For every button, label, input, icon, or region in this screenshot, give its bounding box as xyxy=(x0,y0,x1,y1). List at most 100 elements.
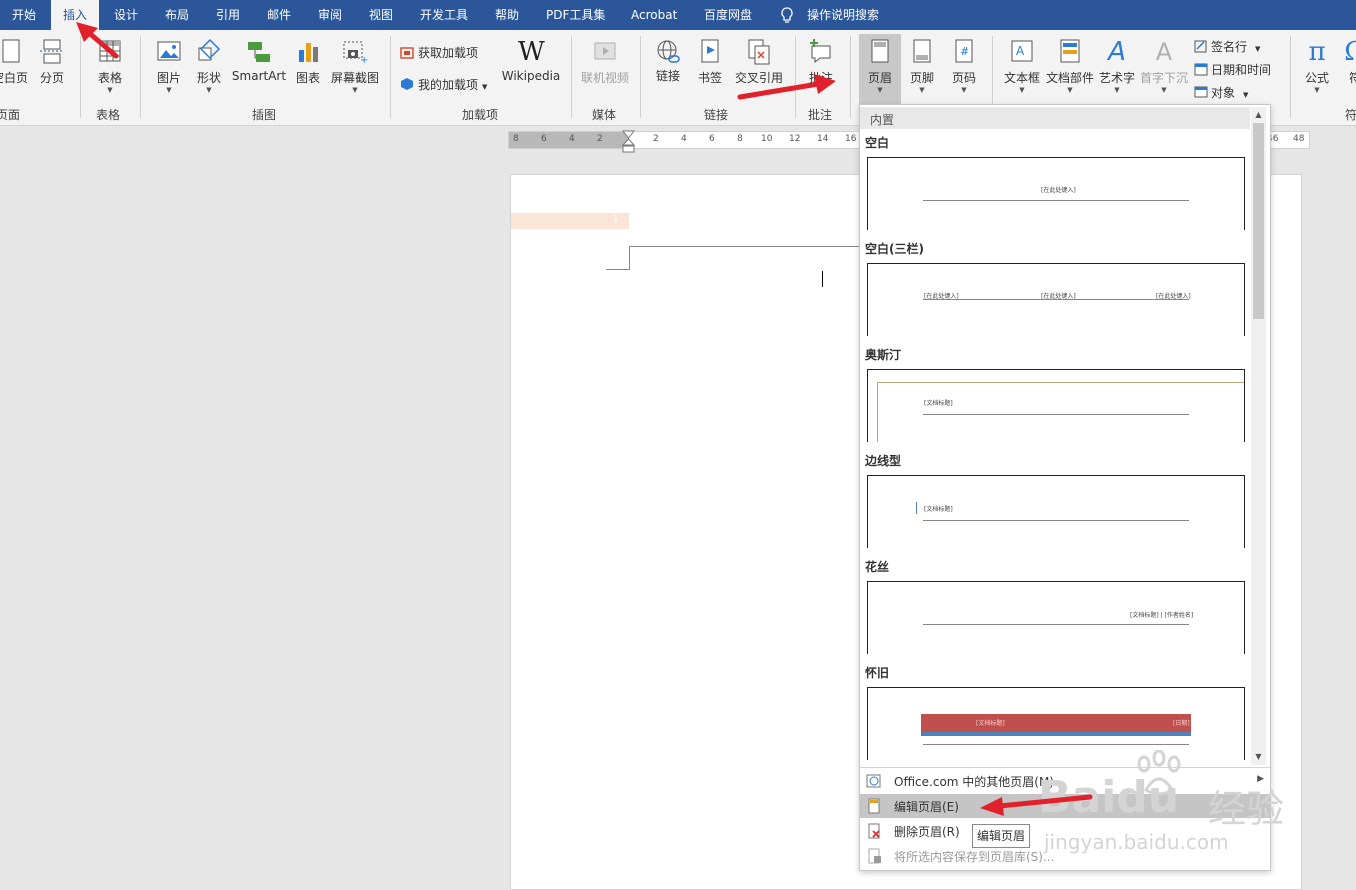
header-line xyxy=(629,246,861,247)
template-name: 花丝 xyxy=(865,560,890,574)
wordart-icon: A xyxy=(1108,37,1126,67)
tab-acrobat[interactable]: Acrobat xyxy=(619,0,689,30)
header-template-sideline[interactable]: [文档标题] xyxy=(867,475,1245,548)
tab-developer[interactable]: 开发工具 xyxy=(408,0,480,30)
chart-button[interactable]: 图表 xyxy=(292,38,324,86)
my-addins-button[interactable]: 我的加载项 ▼ xyxy=(400,76,487,93)
paw-icon xyxy=(1137,750,1181,796)
group-label-illustrations: 插图 xyxy=(252,108,277,122)
template-rule xyxy=(923,414,1189,415)
margin-corner-mark xyxy=(606,269,630,270)
symbol-button[interactable]: Ω 符 xyxy=(1340,38,1356,86)
svg-text:#: # xyxy=(960,45,969,58)
svg-text:+: + xyxy=(360,55,368,66)
group-label-pages: 页面 xyxy=(0,108,21,122)
tab-layout[interactable]: 布局 xyxy=(153,0,201,30)
get-addins-button[interactable]: 获取加载项 xyxy=(400,44,478,61)
template-name: 边线型 xyxy=(865,454,902,468)
store-icon xyxy=(400,47,414,59)
picture-icon xyxy=(157,41,181,61)
tab-references[interactable]: 引用 xyxy=(204,0,252,30)
header-page-tag: 1 xyxy=(511,213,629,229)
template-name: 怀旧 xyxy=(865,666,890,680)
group-label-comments: 批注 xyxy=(808,108,833,122)
tab-pdf-tools[interactable]: PDF工具集 xyxy=(534,0,617,30)
header-template-filigree[interactable]: [文档标题] | [作者姓名] xyxy=(867,581,1245,654)
lightbulb-icon xyxy=(781,7,793,23)
bookmark-button[interactable]: 书签 xyxy=(694,38,726,86)
template-name: 空白(三栏) xyxy=(865,242,924,256)
tab-help[interactable]: 帮助 xyxy=(483,0,531,30)
tell-me-search[interactable]: 操作说明搜索 xyxy=(795,0,891,30)
template-name: 空白 xyxy=(865,136,890,150)
omega-icon: Ω xyxy=(1344,37,1356,67)
comment-button[interactable]: 批注 xyxy=(804,38,838,86)
table-icon xyxy=(99,40,121,62)
tab-mailings[interactable]: 邮件 xyxy=(255,0,303,30)
office-com-icon xyxy=(866,774,881,788)
quick-parts-icon xyxy=(1060,39,1080,63)
edit-header-icon xyxy=(868,798,880,814)
retrospect-band xyxy=(921,714,1191,732)
header-button[interactable]: 页眉 ▼ xyxy=(859,34,901,108)
tab-design[interactable]: 设计 xyxy=(102,0,150,30)
online-video-button[interactable]: 联机视频 xyxy=(578,38,632,86)
cross-reference-button[interactable]: 交叉引用 xyxy=(732,38,786,86)
video-icon xyxy=(594,42,616,60)
textbox-button[interactable]: A 文本框 ▼ xyxy=(1002,38,1042,94)
wordart-button[interactable]: A 艺术字 ▼ xyxy=(1098,38,1136,94)
smartart-button[interactable]: SmartArt xyxy=(231,38,287,83)
new-comment-icon xyxy=(810,39,831,64)
picture-button[interactable]: 图片 ▼ xyxy=(152,38,186,94)
group-label-addins: 加载项 xyxy=(462,108,499,122)
shapes-button[interactable]: 形状 ▼ xyxy=(192,38,226,94)
wikipedia-button[interactable]: W Wikipedia xyxy=(500,38,562,83)
page-number-button[interactable]: # 页码 ▼ xyxy=(946,38,982,94)
template-name: 奥斯汀 xyxy=(865,348,902,362)
object-icon xyxy=(1194,86,1208,98)
svg-text:A: A xyxy=(1016,44,1025,58)
header-template-blank-three-column[interactable]: [在此处键入] [在此处键入] [在此处键入] xyxy=(867,263,1245,336)
tab-view[interactable]: 视图 xyxy=(357,0,405,30)
addins-cube-icon xyxy=(401,78,413,90)
template-rule xyxy=(923,520,1189,521)
header-template-blank[interactable]: [在此处键入] xyxy=(867,157,1245,230)
table-button[interactable]: 表格 ▼ xyxy=(92,38,128,94)
bookmark-icon xyxy=(701,39,719,63)
header-icon xyxy=(871,39,889,63)
screenshot-button[interactable]: + 屏幕截图 ▼ xyxy=(330,38,380,94)
object-button[interactable]: 对象 ▼ xyxy=(1194,84,1248,101)
save-selection-icon xyxy=(868,848,881,864)
globe-link-icon xyxy=(657,40,680,63)
gallery-scrollbar[interactable]: ▲ ▼ xyxy=(1251,107,1266,765)
signature-line-button[interactable]: 签名行 ▼ xyxy=(1194,38,1260,55)
link-button[interactable]: 链接 xyxy=(652,38,684,83)
tab-home[interactable]: 开始 xyxy=(0,0,48,30)
scroll-thumb[interactable] xyxy=(1253,123,1264,319)
drop-cap-button[interactable]: A 首字下沉 ▼ xyxy=(1140,38,1188,94)
tab-review[interactable]: 审阅 xyxy=(306,0,354,30)
header-template-austin[interactable]: [文档标题] xyxy=(867,369,1245,442)
group-separator xyxy=(1290,36,1291,118)
textbox-icon: A xyxy=(1011,40,1033,62)
template-rule xyxy=(923,299,1189,300)
date-time-button[interactable]: 日期和时间 xyxy=(1194,61,1271,78)
quick-parts-button[interactable]: 文档部件 ▼ xyxy=(1046,38,1094,94)
group-separator xyxy=(140,36,141,118)
drop-cap-icon: A xyxy=(1155,38,1173,66)
footer-button[interactable]: 页脚 ▼ xyxy=(904,38,940,94)
group-label-tables: 表格 xyxy=(96,108,121,122)
scroll-up-icon[interactable]: ▲ xyxy=(1253,109,1264,121)
template-rule xyxy=(923,624,1189,625)
page-break-button[interactable]: 分页 xyxy=(36,38,68,86)
tab-baidu-netdisk[interactable]: 百度网盘 xyxy=(692,0,764,30)
baidu-jingyan-watermark: Baidu 经验 jingyan.baidu.com xyxy=(1038,742,1338,862)
tab-insert[interactable]: 插入 xyxy=(51,0,100,30)
group-separator xyxy=(795,36,796,118)
screenshot-icon: + xyxy=(343,41,368,66)
indent-marker[interactable] xyxy=(622,130,636,154)
equation-button[interactable]: π 公式 ▼ xyxy=(1300,38,1334,94)
sideline-bar xyxy=(916,502,917,514)
margin-corner-mark xyxy=(629,246,630,269)
blank-page-button[interactable]: 空白页 xyxy=(0,38,28,86)
